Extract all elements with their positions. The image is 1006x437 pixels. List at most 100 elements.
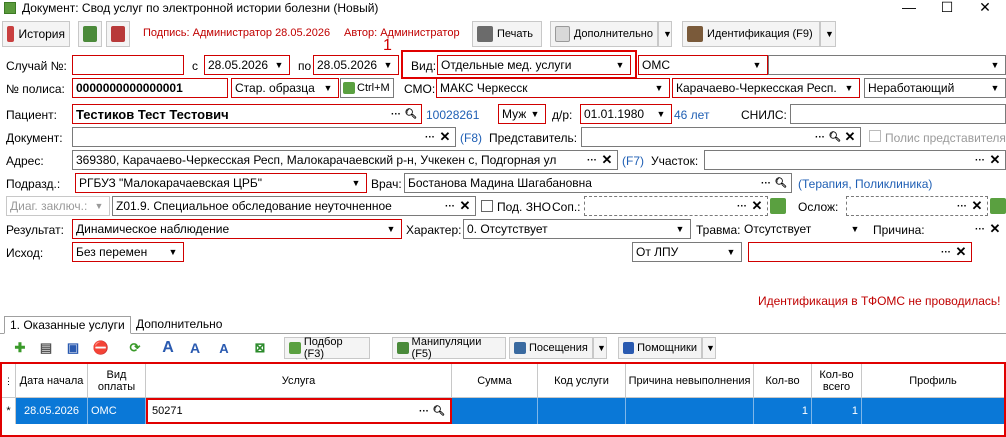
policy-type-select[interactable]: Стар. образца ▼ [231, 78, 339, 98]
more-icon[interactable]: ··· [813, 130, 827, 144]
chevron-down-icon[interactable]: ▼ [673, 222, 687, 236]
tab-services[interactable]: 1. Оказанные услуги [4, 316, 131, 334]
document-input[interactable]: ··· ✕ [72, 127, 456, 147]
sex-select[interactable]: Муж.▼ [498, 104, 546, 124]
helpers-dropdown[interactable]: ▼ [702, 337, 716, 359]
row-marker[interactable]: * [2, 398, 16, 424]
close-icon[interactable]: ✕ [954, 244, 968, 259]
sign-button[interactable] [78, 21, 102, 47]
cell-profile[interactable] [862, 398, 1004, 424]
kind-select[interactable]: Отдельные мед. услуги ▼ [437, 55, 631, 75]
trauma-select[interactable]: Отсутствует ▼ [740, 219, 866, 239]
address-input[interactable]: 369380, Карачаево-Черкесская Респ, Малок… [72, 150, 618, 170]
close-button[interactable]: ✕ [970, 0, 1000, 16]
dob-input[interactable]: 01.01.1980 ▼ [580, 104, 672, 124]
more-icon[interactable]: ··· [443, 199, 457, 213]
employment-select[interactable]: Неработающий ▼ [864, 78, 1006, 98]
diag-input[interactable]: Z01.9. Специальное обследование неуточне… [112, 196, 476, 216]
manipulations-button[interactable]: Манипуляции (F5) [392, 336, 506, 360]
cell-sum[interactable] [452, 398, 538, 424]
font-increase-icon[interactable]: A [158, 338, 178, 358]
snils-input[interactable] [790, 104, 1006, 124]
column-header[interactable]: Сумма [452, 364, 538, 398]
chevron-down-icon[interactable]: ▼ [321, 81, 335, 95]
save-icon[interactable]: ▣ [63, 338, 83, 358]
patient-input[interactable]: Тестиков Тест Тестович ··· 🔍︎ [72, 104, 422, 124]
maximize-button[interactable]: ☐ [932, 0, 962, 16]
font-decrease-icon[interactable]: A [185, 338, 205, 358]
chevron-down-icon[interactable]: ▼ [613, 58, 627, 72]
chevron-down-icon[interactable]: ▼ [652, 81, 666, 95]
helpers-button[interactable]: Помощники [618, 337, 702, 359]
region-select[interactable]: Карачаево-Черкесская Респ. ▼ [672, 78, 860, 98]
payment-extra-select[interactable]: ▼ [768, 55, 1006, 75]
delete-icon[interactable]: ⛔ [91, 338, 111, 358]
unsign-button[interactable] [106, 21, 130, 47]
zno-checkbox[interactable] [481, 200, 493, 212]
cell-payment[interactable]: ОМС [88, 398, 146, 424]
representative-input[interactable]: ··· 🔍︎ ✕ [581, 127, 861, 147]
minimize-button[interactable]: — [894, 0, 924, 16]
close-icon[interactable]: ✕ [988, 221, 1002, 236]
edit-icon[interactable]: ▤ [36, 338, 56, 358]
policy-number-input[interactable]: 0000000000000001 [72, 78, 228, 98]
chevron-down-icon[interactable]: ▼ [166, 245, 180, 259]
chevron-down-icon[interactable]: ▼ [349, 176, 363, 190]
rep-policy-checkbox[interactable] [869, 130, 881, 142]
column-header[interactable]: Вид оплаты [88, 364, 146, 398]
search-icon[interactable]: 🔍︎ [404, 107, 418, 121]
dept-select[interactable]: РГБУЗ "Малокарачаевская ЦРБ" ▼ [75, 173, 367, 193]
search-icon[interactable]: 🔍︎ [774, 176, 788, 190]
column-header[interactable]: Код услуги [538, 364, 626, 398]
visits-button[interactable]: Посещения [509, 337, 593, 359]
complication-input[interactable]: ··· ✕ [846, 196, 988, 216]
character-select[interactable]: 0. Отсутствует ▼ [463, 219, 691, 239]
accomp-input[interactable]: ··· ✕ [584, 196, 768, 216]
add-icon[interactable]: ✚ [10, 338, 30, 358]
close-icon[interactable]: ✕ [750, 198, 764, 213]
chevron-down-icon[interactable]: ▼ [272, 58, 286, 72]
chevron-down-icon[interactable]: ▼ [988, 58, 1002, 72]
more-icon[interactable]: ··· [973, 222, 987, 236]
close-icon[interactable]: ✕ [843, 129, 857, 144]
date-from-input[interactable]: 28.05.2026 ▼ [204, 55, 290, 75]
more-icon[interactable]: ··· [585, 153, 599, 167]
chevron-down-icon[interactable]: ▼ [384, 222, 398, 236]
add-complication-icon[interactable] [990, 198, 1006, 214]
cell-qty[interactable]: 1 [754, 398, 812, 424]
chevron-down-icon[interactable]: ▼ [848, 222, 862, 236]
date-to-input[interactable]: 28.05.2026 ▼ [313, 55, 399, 75]
visits-dropdown[interactable]: ▼ [593, 337, 607, 359]
district-input[interactable]: ··· ✕ [704, 150, 1006, 170]
chevron-down-icon[interactable]: ▼ [381, 58, 395, 72]
service-input[interactable]: 50271 ··· 🔍︎ [146, 398, 452, 424]
more-icon[interactable]: ··· [939, 245, 953, 259]
doctor-input[interactable]: Бостанова Мадина Шагабановна ··· 🔍︎ [404, 173, 792, 193]
reason-input[interactable]: ··· ✕ [926, 219, 1006, 239]
close-icon[interactable]: ✕ [970, 198, 984, 213]
more-icon[interactable]: ··· [417, 404, 431, 418]
ctrl-m-button[interactable]: Ctrl+M [340, 78, 394, 98]
font-reset-icon[interactable]: A [214, 338, 234, 358]
identify-button[interactable]: Идентификация (F9) [682, 21, 820, 47]
add-accomp-icon[interactable] [770, 198, 786, 214]
column-header[interactable]: Причина невыполнения [626, 364, 754, 398]
column-header[interactable]: Услуга [146, 364, 452, 398]
more-icon[interactable]: ··· [389, 107, 403, 121]
print-button[interactable]: Печать [472, 21, 542, 47]
payment-select[interactable]: ОМС ▼ [638, 55, 768, 75]
more-icon[interactable]: ··· [759, 176, 773, 190]
close-icon[interactable]: ✕ [458, 198, 472, 213]
selection-button[interactable]: Подбор (F3) [284, 336, 370, 360]
more-icon[interactable]: ··· [423, 130, 437, 144]
lpu-input[interactable]: ··· ✕ [748, 242, 972, 262]
more-icon[interactable]: ··· [973, 153, 987, 167]
search-icon[interactable]: 🔍︎ [828, 130, 842, 144]
refresh-icon[interactable]: ⟳ [125, 338, 145, 358]
cell-date[interactable]: 28.05.2026 [16, 398, 88, 424]
chevron-down-icon[interactable]: ▼ [750, 58, 764, 72]
chevron-down-icon[interactable]: ▼ [988, 81, 1002, 95]
more-icon[interactable]: ··· [735, 199, 749, 213]
column-header[interactable]: Кол-во [754, 364, 812, 398]
more-icon[interactable]: ··· [955, 199, 969, 213]
